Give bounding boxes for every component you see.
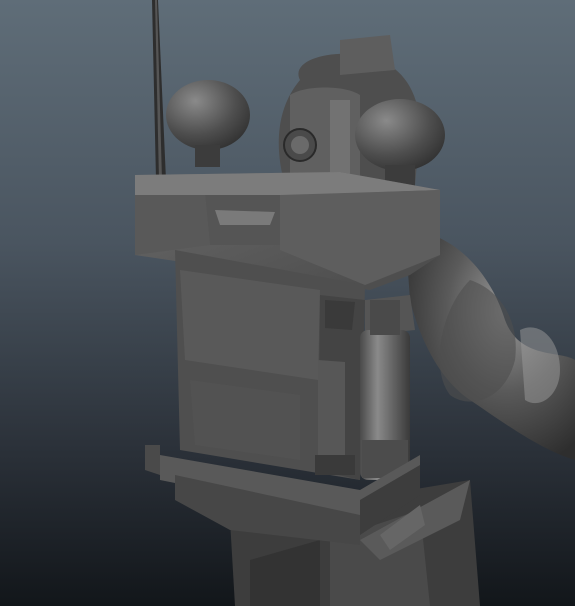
backpack-body [175,250,365,480]
left-shoulder-pad [166,80,250,167]
side-tank [360,295,415,480]
maya-viewport[interactable] [0,0,575,606]
antenna [152,0,166,180]
model-render [135,0,575,606]
arm [405,230,575,460]
